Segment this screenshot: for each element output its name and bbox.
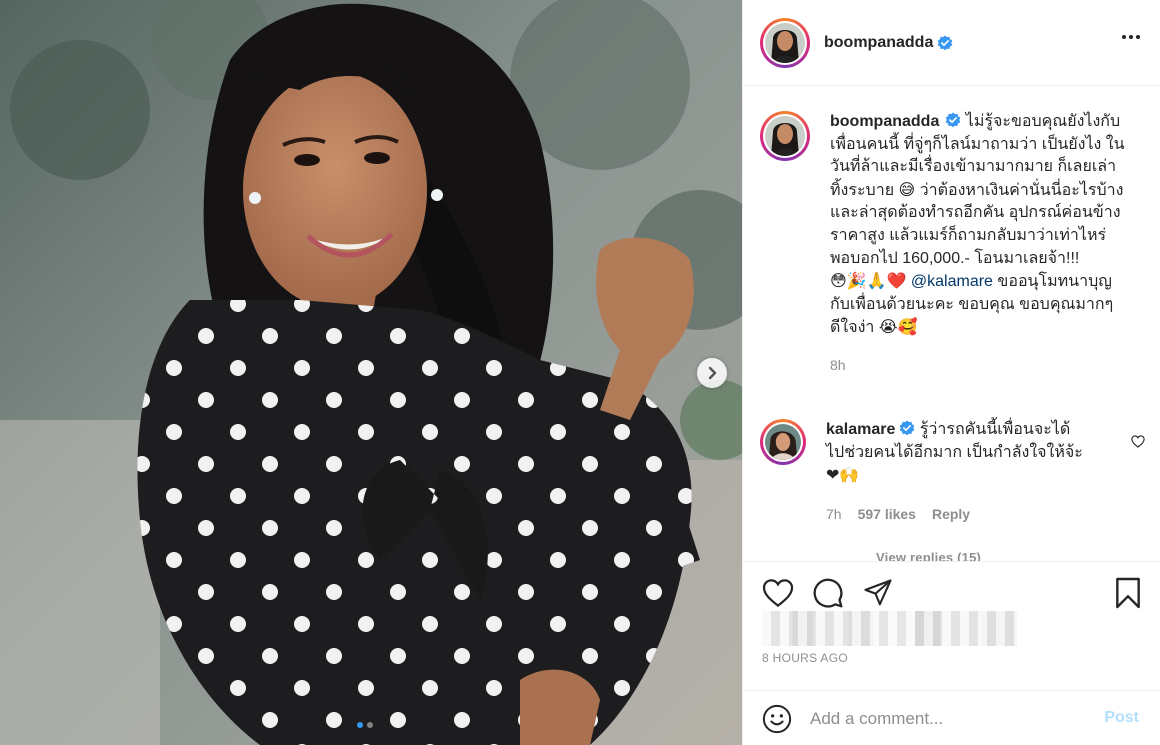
post-caption: boompanadda ไม่รู้จะขอบคุณยังไงกับเพื่อน…	[760, 111, 1130, 377]
post-author-username[interactable]: boompanadda	[824, 34, 933, 52]
heart-icon[interactable]	[762, 578, 794, 608]
comment-time[interactable]: 7h	[826, 503, 842, 526]
post-header: boompanadda	[743, 0, 1160, 86]
caption-emoji-2: 😳🎉🙏❤️	[830, 271, 907, 291]
profile-photo	[765, 22, 805, 63]
bookmark-icon[interactable]	[1114, 577, 1142, 609]
profile-photo	[765, 116, 805, 156]
paper-plane-icon[interactable]	[862, 578, 894, 608]
comments-section[interactable]: boompanadda ไม่รู้จะขอบคุณยังไงกับเพื่อน…	[743, 87, 1160, 561]
carousel-next-button[interactable]	[697, 358, 727, 388]
comment-reply-button[interactable]: Reply	[932, 503, 970, 526]
comment-likes[interactable]: 597 likes	[858, 503, 916, 526]
comment-meta: 7h 597 likes Reply	[826, 503, 1086, 526]
caption-emoji-1: 😅	[898, 179, 916, 199]
carousel-dot-active	[357, 722, 363, 728]
caption-avatar[interactable]	[760, 111, 810, 161]
comment-emoji: ❤🙌	[826, 465, 860, 485]
comment-avatar[interactable]	[760, 419, 806, 465]
post-timestamp[interactable]: 8 HOURS AGO	[762, 651, 848, 665]
comment-item: kalamare รู้ว่ารถคันนี้เพื่อนจะได้ไปช่วย…	[760, 419, 1145, 525]
comment-input[interactable]	[810, 708, 1080, 729]
carousel-dot	[367, 722, 373, 728]
chevron-right-icon	[708, 366, 717, 380]
caption-emoji-3: 😭🥰	[878, 317, 918, 337]
verified-badge-icon	[900, 420, 915, 436]
post-comment-button[interactable]: Post	[1104, 709, 1139, 727]
comment-text: kalamare รู้ว่ารถคันนี้เพื่อนจะได้ไปช่วย…	[826, 419, 1086, 488]
verified-badge-icon	[946, 112, 961, 128]
post-photo[interactable]	[0, 0, 742, 745]
caption-username[interactable]: boompanadda	[830, 113, 939, 130]
verified-badge-icon	[938, 35, 953, 50]
post-details-panel: boompanadda boompanadda ไม่รู้จะขอบคุณยั…	[742, 0, 1160, 745]
post-image	[0, 0, 742, 745]
comment-username[interactable]: kalamare	[826, 421, 895, 438]
caption-mention-link[interactable]: @kalamare	[911, 273, 993, 290]
liked-by-blurred	[762, 611, 1017, 646]
view-replies-link[interactable]: View replies (15)	[876, 550, 981, 561]
avatar[interactable]	[760, 17, 810, 68]
comment-bubble-icon[interactable]	[812, 577, 844, 609]
caption-time[interactable]: 8h	[830, 354, 1130, 377]
add-comment-bar: Post	[743, 690, 1160, 745]
more-options-icon[interactable]	[1121, 34, 1141, 40]
caption-text: boompanadda ไม่รู้จะขอบคุณยังไงกับเพื่อน…	[830, 111, 1130, 340]
comment-like-heart-icon[interactable]	[1131, 435, 1145, 448]
carousel-indicator	[357, 722, 373, 728]
commenter-photo	[765, 424, 801, 460]
post-actions: 8 HOURS AGO Post	[743, 561, 1160, 745]
smiley-icon[interactable]	[762, 704, 792, 734]
